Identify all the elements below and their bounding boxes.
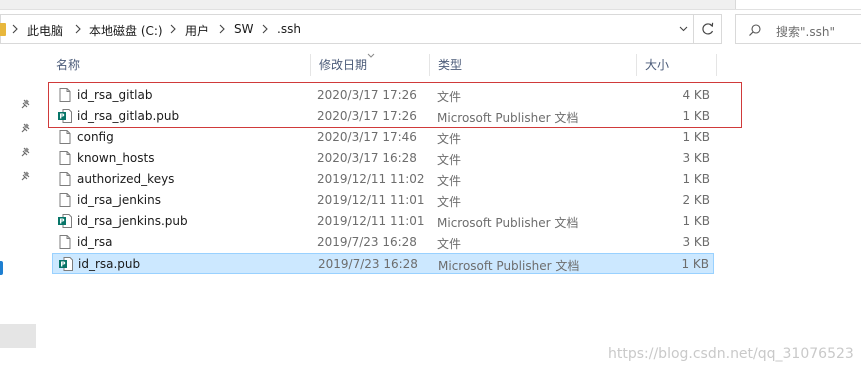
file-row[interactable]: id_rsa_jenkins 2019/12/11 11:01 文件 2 KB xyxy=(52,190,714,211)
file-modified-date: 2019/7/23 16:28 xyxy=(317,235,417,249)
address-bar[interactable]: 此电脑 本地磁盘 (C:) 用户 SW .ssh xyxy=(0,14,722,44)
file-type: Microsoft Publisher 文档 xyxy=(438,259,580,273)
chevron-right-icon[interactable] xyxy=(169,23,177,35)
breadcrumb-ssh[interactable]: .ssh xyxy=(277,22,301,36)
file-type: 文件 xyxy=(437,132,462,146)
chevron-right-icon[interactable] xyxy=(74,23,82,35)
file-type: 文件 xyxy=(437,195,462,209)
file-row[interactable]: config 2020/3/17 17:46 文件 1 KB xyxy=(52,127,714,148)
file-row[interactable]: Pid_rsa_gitlab.pub 2020/3/17 17:26 Microso… xyxy=(52,106,714,127)
file-modified-date: 2019/12/11 11:02 xyxy=(317,172,425,186)
file-name[interactable]: id_rsa_jenkins xyxy=(77,193,161,207)
window-top-strip xyxy=(0,0,861,10)
file-icon xyxy=(57,192,73,208)
svg-text:P: P xyxy=(60,261,65,269)
breadcrumb-users[interactable]: 用户 xyxy=(185,22,209,39)
file-type: Microsoft Publisher 文档 xyxy=(437,216,579,230)
file-modified-date: 2020/3/17 17:26 xyxy=(317,88,417,102)
file-size: 1 KB xyxy=(681,257,709,271)
pin-icon[interactable] xyxy=(20,146,32,158)
file-type: 文件 xyxy=(437,90,462,104)
nav-indicator xyxy=(0,261,3,275)
chevron-right-icon[interactable] xyxy=(261,23,269,35)
file-row[interactable]: id_rsa 2019/7/23 16:28 文件 3 KB xyxy=(52,232,714,253)
file-name[interactable]: id_rsa_gitlab.pub xyxy=(77,109,179,123)
column-type[interactable]: 类型 xyxy=(430,54,637,76)
file-modified-date: 2019/7/23 16:28 xyxy=(318,257,418,271)
file-row[interactable]: Pid_rsa_jenkins.pub 2019/12/11 11:01 Micro… xyxy=(52,211,714,232)
refresh-button[interactable] xyxy=(693,15,722,43)
file-icon xyxy=(57,171,73,187)
pin-icon[interactable] xyxy=(20,98,32,110)
file-size: 1 KB xyxy=(682,109,710,123)
file-name[interactable]: id_rsa.pub xyxy=(78,257,140,271)
address-history-dropdown[interactable] xyxy=(674,15,693,43)
file-size: 1 KB xyxy=(682,130,710,144)
file-row[interactable]: Pid_rsa.pub 2019/7/23 16:28 Microsoft Publ… xyxy=(52,253,714,274)
file-icon xyxy=(57,234,73,250)
svg-text:P: P xyxy=(59,218,64,226)
file-modified-date: 2020/3/17 17:46 xyxy=(317,130,417,144)
file-modified-date: 2020/3/17 17:26 xyxy=(317,109,417,123)
column-header: 名称 修改日期 类型 大小 xyxy=(48,54,720,76)
breadcrumb-sw[interactable]: SW xyxy=(234,22,253,36)
file-icon xyxy=(57,87,73,103)
file-type: Microsoft Publisher 文档 xyxy=(437,111,579,125)
file-row[interactable]: authorized_keys 2019/12/11 11:02 文件 1 KB xyxy=(52,169,714,190)
nav-selected-item[interactable] xyxy=(0,324,36,348)
sort-arrow-icon xyxy=(367,48,375,62)
folder-icon xyxy=(0,23,6,36)
column-size[interactable]: 大小 xyxy=(637,54,717,76)
file-size: 3 KB xyxy=(682,151,710,165)
file-name[interactable]: authorized_keys xyxy=(77,172,174,186)
pin-icon[interactable] xyxy=(20,122,32,134)
file-size: 1 KB xyxy=(682,214,710,228)
svg-text:P: P xyxy=(59,113,64,121)
column-name[interactable]: 名称 xyxy=(48,54,311,76)
chevron-right-icon[interactable] xyxy=(218,23,226,35)
search-input[interactable]: 搜索".ssh" xyxy=(776,23,835,40)
file-name[interactable]: known_hosts xyxy=(77,151,154,165)
file-type: 文件 xyxy=(437,237,462,251)
file-type: 文件 xyxy=(437,174,462,188)
file-modified-date: 2019/12/11 11:01 xyxy=(317,214,425,228)
breadcrumb-this-pc[interactable]: 此电脑 xyxy=(27,22,63,39)
search-icon xyxy=(748,23,762,40)
file-name[interactable]: id_rsa_jenkins.pub xyxy=(77,214,188,228)
file-size: 4 KB xyxy=(682,88,710,102)
navigation-pane[interactable] xyxy=(0,48,36,373)
watermark: https://blog.csdn.net/qq_31076523 xyxy=(608,346,854,362)
pin-icon[interactable] xyxy=(20,170,32,182)
publisher-icon: P xyxy=(57,213,73,229)
chevron-right-icon[interactable] xyxy=(11,23,19,35)
file-row[interactable]: known_hosts 2020/3/17 16:28 文件 3 KB xyxy=(52,148,714,169)
file-type: 文件 xyxy=(437,153,462,167)
file-name[interactable]: id_rsa_gitlab xyxy=(77,88,152,102)
file-name[interactable]: id_rsa xyxy=(77,235,113,249)
publisher-icon: P xyxy=(57,108,73,124)
file-icon xyxy=(57,150,73,166)
file-size: 2 KB xyxy=(682,193,710,207)
file-modified-date: 2020/3/17 16:28 xyxy=(317,151,417,165)
file-icon xyxy=(57,129,73,145)
file-modified-date: 2019/12/11 11:01 xyxy=(317,193,425,207)
file-name[interactable]: config xyxy=(77,130,114,144)
breadcrumb-local-disk[interactable]: 本地磁盘 (C:) xyxy=(89,22,163,39)
chevron-down-icon xyxy=(679,26,688,32)
search-box[interactable]: 搜索".ssh" xyxy=(735,14,861,44)
refresh-icon xyxy=(702,22,714,35)
publisher-icon: P xyxy=(58,256,74,272)
file-row[interactable]: id_rsa_gitlab 2020/3/17 17:26 文件 4 KB xyxy=(52,85,714,106)
file-size: 1 KB xyxy=(682,172,710,186)
file-size: 3 KB xyxy=(682,235,710,249)
